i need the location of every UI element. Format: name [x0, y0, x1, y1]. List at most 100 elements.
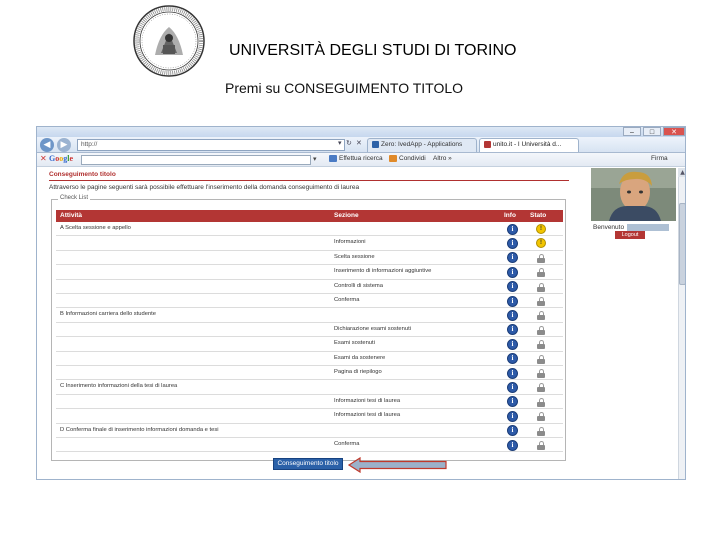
close-toolbar-icon[interactable]: ✕	[40, 154, 47, 163]
table-row: Pagina di riepilogo i	[56, 366, 563, 381]
search-icon	[329, 155, 337, 162]
warning-status-icon: !	[536, 238, 546, 249]
row-activity: D Conferma finale di inserimento informa…	[60, 426, 219, 433]
logout-button[interactable]: Logout	[615, 231, 645, 239]
share-icon	[389, 155, 397, 162]
minimize-button[interactable]: –	[623, 127, 641, 136]
column-header-info: Info	[504, 212, 516, 219]
lock-icon	[537, 325, 545, 335]
tab-applications[interactable]: Zero: IvedApp - Applications	[367, 138, 477, 152]
search-dropdown-icon[interactable]: ▾	[313, 155, 317, 163]
info-icon[interactable]: i	[507, 381, 518, 393]
tab-unito[interactable]: unito.it - I Università d...	[479, 138, 579, 152]
dropdown-icon[interactable]: ▾	[338, 139, 342, 147]
scroll-thumb[interactable]	[679, 203, 685, 285]
row-section: Pagina di riepilogo	[334, 369, 382, 375]
web-page: Conseguimento titolo Attraverso le pagin…	[37, 168, 685, 479]
row-section: Dichiarazione esami sostenuti	[334, 325, 412, 332]
table-row: Esami sostenuti i	[56, 337, 563, 352]
page-title: Conseguimento titolo	[49, 171, 116, 178]
table-header: Attività Sezione Info Stato	[56, 210, 563, 222]
browser-titlebar: – □ ✕	[37, 127, 685, 137]
button-label: Effettua ricerca	[339, 155, 383, 163]
page-description: Attraverso le pagine seguenti sarà possi…	[49, 184, 360, 191]
maximize-button[interactable]: □	[643, 127, 661, 136]
condividi-button[interactable]: Condividi	[389, 155, 426, 162]
info-icon[interactable]: i	[507, 396, 518, 408]
row-activity: A Scelta sessione e appello	[60, 225, 131, 231]
button-label: Condividi	[399, 155, 426, 163]
refresh-icon[interactable]: ↻	[346, 139, 352, 147]
lock-icon	[537, 383, 545, 393]
table-row: Informazioni i!	[56, 236, 563, 251]
altro-button[interactable]: Altro »	[433, 155, 452, 162]
lock-icon	[537, 282, 545, 292]
info-icon[interactable]: i	[507, 237, 518, 249]
username-placeholder	[627, 224, 670, 231]
university-title: UNIVERSITÀ DEGLI STUDI DI TORINO	[229, 42, 517, 59]
effettua-ricerca-button[interactable]: Effettua ricerca	[329, 155, 383, 162]
info-icon[interactable]: i	[507, 367, 518, 379]
info-icon[interactable]: i	[507, 223, 518, 235]
info-icon[interactable]: i	[507, 338, 518, 350]
forward-arrow-icon[interactable]: ▶	[57, 138, 71, 152]
checklist-legend: Check List	[58, 195, 91, 201]
table-row: A Scelta sessione e appello i!	[56, 222, 563, 237]
google-logo: Google	[49, 154, 74, 163]
info-icon[interactable]: i	[507, 425, 518, 437]
title-divider	[49, 180, 569, 181]
conseguimento-titolo-button[interactable]: Conseguimento titolo	[273, 458, 343, 470]
page-scrollbar[interactable]: ▲	[678, 168, 685, 479]
stop-icon[interactable]: ✕	[356, 139, 362, 147]
row-section: Inserimento di informazioni aggiuntive	[334, 268, 432, 275]
row-section: Scelta sessione	[334, 253, 375, 260]
column-header-activity: Attività	[60, 212, 83, 219]
table-row: Informazioni tesi di laurea i	[56, 395, 563, 410]
url-input[interactable]: http://	[77, 139, 345, 151]
row-section: Informazioni tesi di laurea	[334, 412, 401, 419]
row-section: Informazioni tesi di laurea	[334, 397, 401, 404]
info-icon[interactable]: i	[507, 410, 518, 422]
lock-icon	[537, 268, 545, 278]
table-row: B Informazioni carriera dello studente i	[56, 308, 563, 323]
university-seal	[133, 5, 205, 77]
firma-button[interactable]: Firma	[651, 155, 668, 162]
tab-label: Zero: IvedApp - Applications	[381, 141, 463, 148]
table-row: Inserimento di informazioni aggiuntive i	[56, 265, 563, 280]
row-section: Esami da sostenere	[334, 354, 386, 361]
table-row: Conferma i	[56, 438, 563, 453]
info-icon[interactable]: i	[507, 266, 518, 278]
scroll-up-icon[interactable]: ▲	[678, 168, 685, 177]
row-section: Conferma	[334, 297, 360, 303]
table-row: D Conferma finale di inserimento informa…	[56, 424, 563, 438]
tab-favicon-icon	[372, 140, 379, 148]
checklist-panel: Check List Attività Sezione Info Stato A…	[51, 195, 566, 461]
google-search-input[interactable]	[81, 155, 311, 165]
info-icon[interactable]: i	[507, 439, 518, 451]
lock-icon	[537, 441, 545, 450]
info-icon[interactable]: i	[507, 353, 518, 365]
info-icon[interactable]: i	[507, 324, 518, 336]
lock-icon	[537, 340, 545, 350]
lock-icon	[537, 369, 545, 378]
lock-icon	[537, 426, 545, 436]
info-icon[interactable]: i	[507, 252, 518, 264]
tab-favicon-icon	[484, 140, 491, 148]
table-row: Conferma i	[56, 294, 563, 309]
lock-icon	[537, 297, 545, 306]
table-row: Informazioni tesi di laurea i	[56, 409, 563, 424]
google-toolbar: ✕ Google ▾ Effettua ricerca Condividi Al…	[37, 153, 685, 167]
info-icon[interactable]: i	[507, 281, 518, 293]
table-row: C Inserimento informazioni della tesi di…	[56, 380, 563, 395]
button-label: Firma	[651, 155, 668, 162]
row-activity: C Inserimento informazioni della tesi di…	[60, 383, 178, 390]
lock-icon	[537, 412, 545, 422]
info-icon[interactable]: i	[507, 309, 518, 321]
close-window-button[interactable]: ✕	[663, 127, 685, 136]
back-arrow-icon[interactable]: ◀	[40, 138, 54, 152]
warning-status-icon: !	[536, 224, 546, 234]
lock-icon	[537, 397, 545, 407]
lock-icon	[537, 311, 545, 321]
info-icon[interactable]: i	[507, 295, 518, 307]
instruction-text: Premi su CONSEGUIMENTO TITOLO	[225, 80, 464, 96]
